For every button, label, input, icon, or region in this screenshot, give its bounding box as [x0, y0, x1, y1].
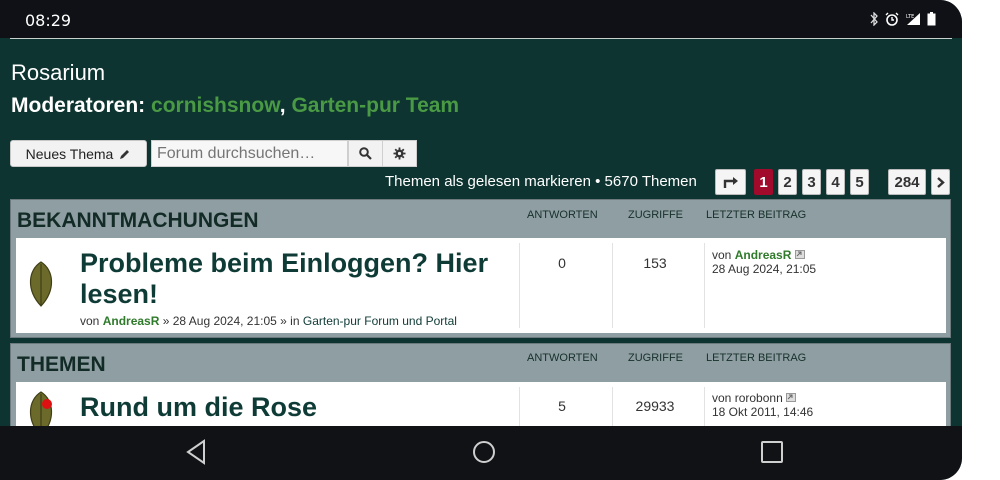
col-header-views: ZUGRIFFE: [628, 352, 683, 364]
pencil-icon: [120, 149, 130, 159]
page-4[interactable]: 4: [826, 169, 845, 195]
last-date: 18 Okt 2011, 14:46: [712, 405, 814, 419]
bullet-separator: •: [595, 173, 601, 190]
home-icon[interactable]: [470, 438, 498, 466]
column-divider: [612, 243, 613, 328]
replies-count: 5: [558, 398, 566, 414]
mark-read-link[interactable]: Themen als gelesen markieren: [385, 173, 591, 190]
announcements-section: BEKANNTMACHUNGEN ANTWORTEN ZUGRIFFE LETZ…: [10, 199, 951, 338]
announcement-title-line-2: lesen!: [80, 279, 159, 309]
col-header-replies: ANTWORTEN: [527, 209, 598, 221]
last-date: 28 Aug 2024, 21:05: [712, 262, 817, 276]
forum-link[interactable]: Garten-pur Forum und Portal: [303, 314, 457, 328]
col-header-last-post: LETZTER BEITRAG: [706, 209, 807, 221]
announcements-title: BEKANNTMACHUNGEN: [17, 209, 259, 232]
col-header-replies: ANTWORTEN: [527, 352, 598, 364]
moderators-label: Moderatoren:: [11, 94, 152, 117]
battery-icon: [927, 12, 936, 26]
topics-section: THEMEN ANTWORTEN ZUGRIFFE LETZTER BEITRA…: [10, 343, 951, 442]
bluetooth-icon: [870, 12, 878, 26]
last-by: von: [712, 391, 732, 405]
column-divider: [519, 243, 520, 328]
alarm-icon: [885, 12, 899, 26]
last-by: von: [712, 248, 732, 262]
back-icon[interactable]: [184, 438, 208, 466]
status-bar: 08:29 LTE: [0, 0, 962, 38]
page-5[interactable]: 5: [850, 169, 869, 195]
last-author-link[interactable]: rorobonn: [735, 391, 783, 405]
moderator-link-team[interactable]: Garten-pur Team: [291, 94, 459, 117]
last-post-info: von rorobonn 18 Okt 2011, 14:46: [712, 391, 813, 419]
meta-by: von: [80, 314, 100, 328]
phone-screen: 08:29 LTE Rosarium Moderatoren: cornishs…: [0, 0, 962, 480]
topics-title: THEMEN: [17, 353, 106, 376]
moderators-line: Moderatoren: cornishsnow, Garten-pur Tea…: [11, 94, 459, 118]
jump-arrow-icon: [723, 176, 738, 188]
moderator-separator: ,: [279, 94, 286, 117]
forum-title: Rosarium: [11, 60, 106, 85]
announcement-row: Probleme beim Einloggen? Hier lesen! von…: [16, 238, 946, 333]
column-divider: [704, 243, 705, 328]
new-topic-button[interactable]: Neues Thema: [10, 140, 147, 167]
svg-text:LTE: LTE: [906, 14, 914, 20]
views-count: 153: [643, 255, 667, 271]
page-1[interactable]: 1: [754, 169, 773, 195]
announcement-title-link[interactable]: Probleme beim Einloggen? Hier lesen!: [80, 248, 488, 310]
last-author-link[interactable]: AndreasR: [735, 248, 792, 262]
topic-leaf-icon: [29, 261, 53, 307]
next-page-button[interactable]: [931, 169, 950, 195]
moderator-link-cornishsnow[interactable]: cornishsnow: [151, 94, 280, 117]
replies-count: 0: [558, 255, 566, 271]
col-header-views: ZUGRIFFE: [628, 209, 683, 221]
android-nav-bar: [0, 426, 962, 480]
col-header-last-post: LETZTER BEITRAG: [706, 352, 807, 364]
chevron-right-icon: [937, 176, 945, 188]
search-icon: [359, 147, 372, 160]
announcement-meta: von AndreasR » 28 Aug 2024, 21:05 » in G…: [80, 314, 457, 328]
jump-to-page-button[interactable]: [715, 169, 746, 195]
advanced-search-button[interactable]: [382, 140, 417, 167]
views-count: 29933: [635, 398, 675, 414]
topic-title-link[interactable]: Rund um die Rose: [80, 392, 317, 423]
search-button[interactable]: [348, 140, 383, 167]
search-input[interactable]: [151, 140, 348, 167]
new-topic-label: Neues Thema: [25, 145, 114, 162]
announcement-title-line-1: Probleme beim Einloggen? Hier: [80, 248, 489, 278]
status-icons: LTE: [869, 12, 936, 26]
header-divider: [10, 38, 952, 39]
topic-count: 5670 Themen: [604, 173, 697, 190]
view-latest-post-icon[interactable]: [794, 250, 805, 259]
recents-icon[interactable]: [759, 438, 785, 466]
signal-lte-icon: LTE: [906, 13, 920, 25]
page-last[interactable]: 284: [888, 169, 926, 195]
status-time: 08:29: [25, 11, 72, 30]
last-post-info: von AndreasR 28 Aug 2024, 21:05: [712, 248, 816, 276]
page-2[interactable]: 2: [778, 169, 797, 195]
meta-date: » 28 Aug 2024, 21:05 » in: [162, 314, 300, 328]
mark-read-line: Themen als gelesen markieren • 5670 Them…: [385, 173, 697, 190]
view-latest-post-icon[interactable]: [786, 393, 797, 402]
gear-icon: [393, 147, 406, 160]
author-link[interactable]: AndreasR: [103, 314, 160, 328]
page-3[interactable]: 3: [802, 169, 821, 195]
